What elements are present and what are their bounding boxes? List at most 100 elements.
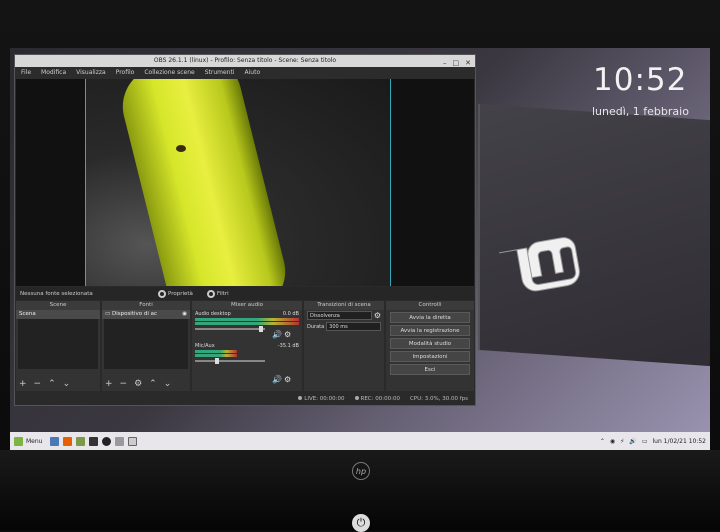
duration-input[interactable]: 300 ms <box>326 322 381 331</box>
obs-menubar: File Modifica Visualizza Profilo Collezi… <box>15 67 475 79</box>
obs-statusbar: LIVE: 00:00:00 REC: 00:00:00 CPU: 3.0%, … <box>16 393 474 405</box>
obs-docks: Scene Scena + − ⌃ ⌄ Fonti ▭ Dispositivo … <box>16 301 474 391</box>
battery-icon[interactable]: ▭ <box>642 438 648 445</box>
volume-slider[interactable] <box>195 326 265 332</box>
scene-item[interactable]: Scena <box>16 310 100 319</box>
settings-button[interactable]: Impostazioni <box>390 351 470 362</box>
desktop-date: lunedì, 1 febbraio <box>592 105 689 118</box>
start-menu-label: Menu <box>26 437 43 445</box>
menu-help[interactable]: Aiuto <box>245 67 261 79</box>
volume-meter <box>195 350 237 353</box>
duration-label: Durata <box>307 323 325 330</box>
channel-name: Audio desktop <box>195 311 231 317</box>
mixer-channel-mic: Mic/Aux -35.1 dB 🔊 ⚙ <box>192 342 302 384</box>
hp-logo: hp <box>352 462 370 480</box>
linux-mint-logo <box>499 237 580 292</box>
volume-icon[interactable]: 🔊 <box>629 438 636 445</box>
network-icon[interactable]: ⚡ <box>620 438 624 445</box>
sources-list[interactable] <box>104 319 188 369</box>
desktop-clock: 10:52 <box>593 62 688 98</box>
gear-icon[interactable]: ⚙ <box>284 375 291 384</box>
mint-menu-icon <box>14 436 23 446</box>
cpu-status: CPU: 3.0%, 30.00 fps <box>409 396 468 402</box>
obs-title: OBS 26.1.1 (linux) - Profilo: Senza tito… <box>153 57 337 64</box>
rec-status: REC: 00:00:00 <box>354 393 400 405</box>
source-item[interactable]: ▭ Dispositivo di ac ◉ <box>102 310 190 319</box>
scenes-dock: Scene Scena + − ⌃ ⌄ <box>16 301 100 391</box>
up-icon[interactable]: ⌃ <box>149 379 157 389</box>
exit-button[interactable]: Esci <box>390 364 470 375</box>
show-desktop-icon[interactable] <box>50 436 60 446</box>
desktop-screen: 10:52 lunedì, 1 febbraio OBS 26.1.1 (lin… <box>10 48 710 450</box>
taskbar: Menu ⌃ ◉ ⚡ 🔊 ▭ lun 1/02/21 10:52 <box>10 432 710 450</box>
eye-icon[interactable]: ◉ <box>182 311 187 317</box>
obs-titlebar[interactable]: OBS 26.1.1 (linux) - Profilo: Senza tito… <box>15 55 475 67</box>
speaker-icon[interactable]: 🔊 <box>272 330 282 339</box>
down-icon[interactable]: ⌄ <box>164 379 172 389</box>
volume-meter <box>195 322 299 325</box>
camera-feed <box>85 79 391 286</box>
add-icon[interactable]: + <box>105 379 113 389</box>
live-status: LIVE: 00:00:00 <box>298 393 345 405</box>
settings-icon[interactable]: ⚙ <box>134 379 142 389</box>
power-button[interactable]: ⏻ <box>352 514 370 532</box>
controls-header: Controlli <box>386 301 474 310</box>
menu-edit[interactable]: Modifica <box>41 67 66 79</box>
obs-tray-icon[interactable]: ◉ <box>610 438 615 445</box>
remove-icon[interactable]: − <box>120 379 128 389</box>
filters-label: Filtri <box>216 290 229 297</box>
obs-taskbar-icon[interactable] <box>102 436 112 446</box>
files-icon[interactable] <box>76 436 86 446</box>
close-icon[interactable]: ✕ <box>465 57 471 69</box>
volume-slider[interactable] <box>195 358 265 364</box>
down-icon[interactable]: ⌄ <box>63 379 71 389</box>
camera-icon: ▭ <box>105 311 112 317</box>
transition-select[interactable]: Dissolvenza <box>307 311 372 320</box>
mixer-channel-desktop: Audio desktop 0.0 dB 🔊 ⚙ <box>192 310 302 339</box>
obs-window[interactable]: OBS 26.1.1 (linux) - Profilo: Senza tito… <box>14 54 476 406</box>
start-recording-button[interactable]: Avvia la registrazione <box>390 325 470 336</box>
preview-canvas[interactable] <box>16 79 474 286</box>
scenes-header: Scene <box>16 301 100 310</box>
menu-view[interactable]: Visualizza <box>76 67 106 79</box>
no-source-label: Nessuna fonte selezionata <box>20 290 93 297</box>
properties-label: Proprietà <box>168 290 193 297</box>
firefox-icon[interactable] <box>63 436 73 446</box>
controls-dock: Controlli Avvia la diretta Avvia la regi… <box>386 301 474 391</box>
channel-level: -35.1 dB <box>277 343 299 349</box>
window-list-icon[interactable] <box>115 436 125 446</box>
system-tray: ⌃ ◉ ⚡ 🔊 ▭ lun 1/02/21 10:52 <box>600 432 706 450</box>
gear-icon[interactable]: ⚙ <box>284 330 291 339</box>
menu-arrow-icon[interactable]: ⌃ <box>600 438 605 445</box>
speaker-icon[interactable]: 🔊 <box>272 375 282 384</box>
scenes-list[interactable] <box>18 319 98 369</box>
up-icon[interactable]: ⌃ <box>48 379 56 389</box>
menu-scene-collection[interactable]: Collezione scene <box>144 67 194 79</box>
source-item-label: Dispositivo di ac <box>111 311 158 317</box>
transitions-header: Transizioni di scena <box>304 301 384 310</box>
minimize-icon[interactable]: – <box>443 57 447 69</box>
properties-button[interactable]: Proprietà <box>158 289 193 298</box>
stem-spot <box>176 145 186 152</box>
menu-file[interactable]: File <box>21 67 31 79</box>
start-menu-button[interactable]: Menu <box>10 436 46 446</box>
volume-meter <box>195 354 237 357</box>
studio-mode-button[interactable]: Modalità studio <box>390 338 470 349</box>
remove-icon[interactable]: − <box>34 379 42 389</box>
sources-header: Fonti <box>102 301 190 310</box>
maximize-icon[interactable]: □ <box>453 57 460 69</box>
channel-name: Mic/Aux <box>195 343 215 349</box>
filters-button[interactable]: Filtri <box>206 289 229 298</box>
add-icon[interactable]: + <box>19 379 27 389</box>
sources-dock: Fonti ▭ Dispositivo di ac ◉ + − ⚙ ⌃ ⌄ <box>102 301 190 391</box>
volume-meter <box>195 318 299 321</box>
taskbar-datetime[interactable]: lun 1/02/21 10:52 <box>652 438 706 445</box>
app-icon[interactable] <box>128 436 138 446</box>
start-streaming-button[interactable]: Avvia la diretta <box>390 312 470 323</box>
source-toolbar: Nessuna fonte selezionata Proprietà Filt… <box>16 287 474 300</box>
terminal-icon[interactable] <box>89 436 99 446</box>
channel-level: 0.0 dB <box>282 311 299 317</box>
menu-tools[interactable]: Strumenti <box>205 67 235 79</box>
gear-icon[interactable]: ⚙ <box>374 311 381 320</box>
menu-profile[interactable]: Profilo <box>116 67 135 79</box>
